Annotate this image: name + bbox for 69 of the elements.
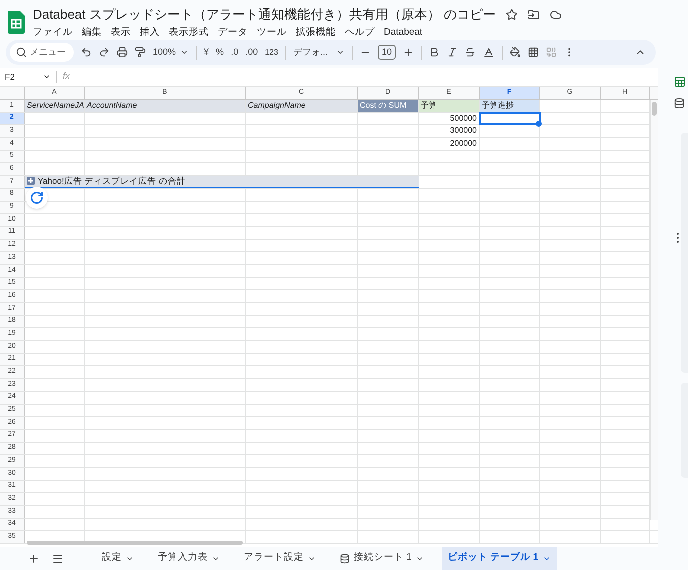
- strikethrough-icon[interactable]: [464, 47, 476, 58]
- number-format-button[interactable]: 123: [265, 46, 278, 58]
- table-cell: CampaignName: [246, 100, 358, 112]
- currency-button[interactable]: ¥: [204, 46, 210, 60]
- table-cell: Cost の SUM: [358, 100, 419, 112]
- refresh-icon: [30, 191, 44, 205]
- menu-search-field[interactable]: メニュー: [10, 43, 74, 62]
- sheet-tab[interactable]: 設定: [96, 547, 140, 570]
- menu-item[interactable]: 拡張機能: [296, 26, 336, 40]
- font-size-field[interactable]: 10: [378, 45, 396, 60]
- italic-icon[interactable]: [446, 47, 458, 58]
- merge-cells-icon: [546, 47, 557, 58]
- bold-icon[interactable]: [428, 47, 440, 58]
- menu-item[interactable]: 挿入: [140, 26, 160, 40]
- move-folder-icon[interactable]: [528, 8, 540, 21]
- undo-icon[interactable]: [81, 47, 92, 58]
- refresh-button[interactable]: [26, 187, 48, 209]
- menu-item[interactable]: 表示形式: [169, 26, 209, 40]
- sheet-tab[interactable]: 予算入力表: [152, 547, 226, 570]
- sheet-icon[interactable]: [674, 76, 686, 88]
- menu-item[interactable]: ファイル: [33, 26, 73, 40]
- print-icon[interactable]: [117, 47, 128, 58]
- fill-color-icon[interactable]: [510, 47, 521, 58]
- table-cell: AccountName: [85, 100, 246, 112]
- database-icon: [340, 554, 350, 564]
- formula-label: fx: [63, 70, 70, 84]
- vertical-scrollbar[interactable]: [652, 102, 657, 116]
- caret-icon: [43, 73, 51, 81]
- group-label: Yahoo!広告 ディスプレイ広告 の合計: [38, 175, 186, 188]
- font-dropdown[interactable]: デフォ...: [293, 46, 345, 60]
- borders-icon[interactable]: [528, 47, 539, 58]
- percent-button[interactable]: %: [216, 46, 224, 60]
- name-box[interactable]: F2: [0, 70, 56, 84]
- table-cell: 300000: [419, 125, 480, 138]
- table-cell: 500000: [419, 112, 480, 124]
- decrease-decimal-button[interactable]: .0: [231, 46, 239, 60]
- menu-item[interactable]: データ: [218, 26, 248, 40]
- document-title[interactable]: Databeat スプレッドシート（アラート通知機能付き）共有用（原本） のコピー: [33, 5, 496, 24]
- table-cell: ServiceNameJA: [25, 100, 85, 112]
- menu-item[interactable]: 編集: [82, 26, 102, 40]
- sheet-tab[interactable]: アラート設定: [238, 547, 322, 570]
- table-cell: 200000: [419, 138, 480, 150]
- search-icon: [16, 47, 27, 58]
- zoom-dropdown[interactable]: 100%: [153, 46, 190, 60]
- horizontal-scrollbar[interactable]: [27, 541, 243, 545]
- fill-handle[interactable]: [536, 121, 542, 128]
- redo-icon[interactable]: [99, 47, 110, 58]
- table-cell: 予算: [419, 100, 480, 112]
- paint-format-icon[interactable]: [135, 47, 146, 58]
- selected-cell[interactable]: [480, 112, 540, 124]
- sheet-tab[interactable]: 接続シート 1: [334, 547, 430, 570]
- add-sheet-icon[interactable]: [28, 552, 40, 564]
- cloud-icon[interactable]: [550, 8, 562, 21]
- caret-icon: [336, 48, 345, 57]
- sheet-tab[interactable]: ピボット テーブル 1: [442, 547, 556, 570]
- menu-item[interactable]: Databeat: [384, 26, 423, 40]
- spreadsheet-logo-icon[interactable]: [8, 11, 25, 34]
- menu-item[interactable]: ヘルプ: [345, 26, 375, 40]
- star-icon[interactable]: [506, 8, 518, 21]
- table-cell: 予算進捗: [480, 100, 540, 112]
- text-color-icon[interactable]: [482, 46, 495, 58]
- increase-decimal-button[interactable]: .00: [246, 46, 258, 60]
- all-sheets-icon[interactable]: [52, 552, 64, 564]
- caret-icon: [180, 48, 190, 57]
- database-icon[interactable]: [674, 98, 685, 109]
- plus-icon[interactable]: [402, 47, 414, 58]
- menu-item[interactable]: 表示: [111, 26, 131, 40]
- expand-icon[interactable]: [27, 177, 35, 186]
- menu-item[interactable]: ツール: [257, 26, 287, 40]
